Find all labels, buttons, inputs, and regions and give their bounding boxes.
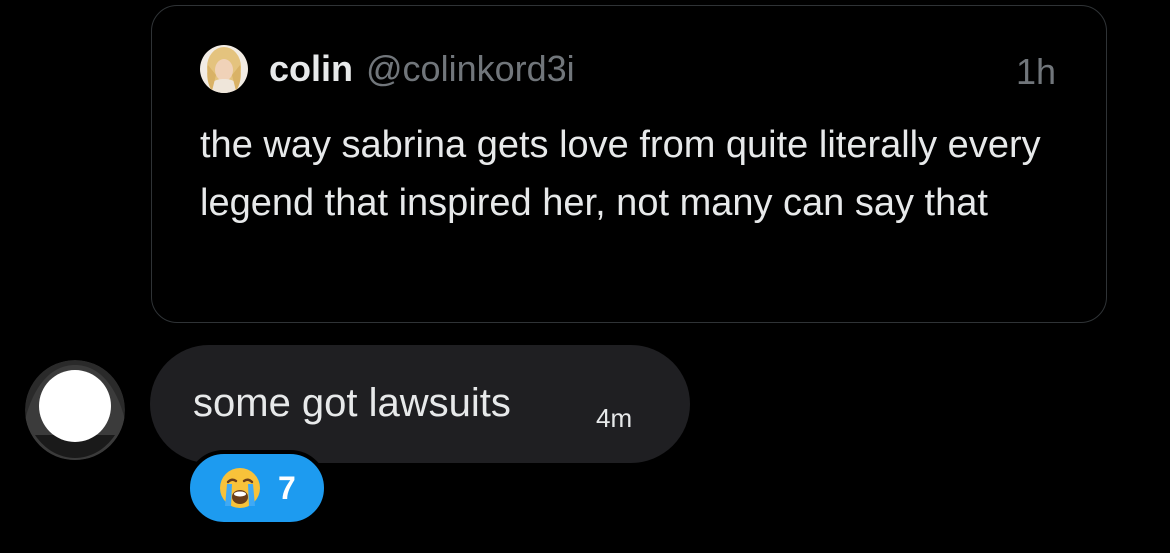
reaction-count: 7	[278, 470, 296, 506]
redacted-avatar-icon	[39, 370, 111, 442]
quoted-author-avatar[interactable]	[200, 45, 248, 93]
quoted-post-text: the way sabrina gets love from quite lit…	[200, 124, 1041, 224]
loudly-crying-face-icon	[218, 466, 262, 510]
quoted-author-handle[interactable]: @colinkord3i	[366, 51, 575, 87]
quoted-post-header: colin @colinkord3i	[200, 44, 575, 94]
message-text: some got lawsuits	[193, 381, 511, 425]
sender-avatar[interactable]	[25, 360, 125, 460]
message-timestamp: 4m	[596, 403, 633, 433]
quoted-author-name[interactable]: colin	[269, 51, 353, 87]
quoted-post-timestamp: 1h	[1015, 51, 1056, 92]
reaction-pill[interactable]: 7	[186, 450, 328, 526]
quoted-post-card[interactable]: colin @colinkord3i 1h the way sabrina ge…	[151, 5, 1107, 323]
message-bubble[interactable]: some got lawsuits 4m	[150, 345, 690, 463]
